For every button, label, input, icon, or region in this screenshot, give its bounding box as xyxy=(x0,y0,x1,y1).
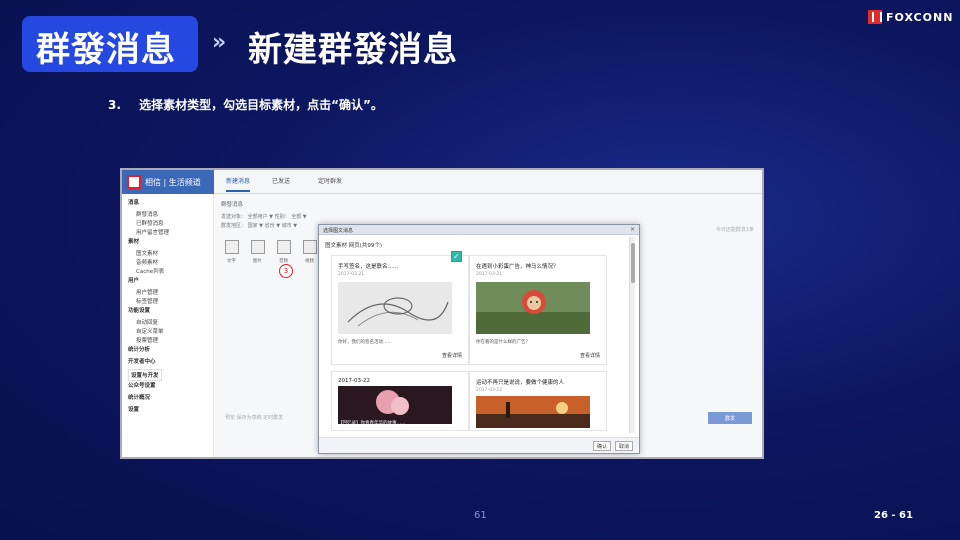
selected-check-icon[interactable]: ✓ xyxy=(451,251,462,262)
dialog-tabs[interactable]: 图文素材 网页(共99个) xyxy=(325,241,382,249)
cancel-button[interactable]: 取消 xyxy=(615,441,633,451)
view-details-link[interactable]: 查看详情 xyxy=(442,352,462,359)
sidebar-item[interactable]: 消息 xyxy=(128,198,139,206)
sidebar-item[interactable]: 群發消息 xyxy=(136,210,158,218)
select-material-dialog: 选择图文消息 × 图文素材 网页(共99个) 手写签名，这是联名…… 2017-… xyxy=(318,224,640,454)
action-row[interactable]: 预览 保存为草稿 定时群发 xyxy=(225,414,283,421)
tab-new-message[interactable]: 新建消息 xyxy=(226,176,251,192)
close-icon[interactable]: × xyxy=(630,226,635,233)
sidebar: 消息群發消息 已群發消息 用户留言管理 素材图文素材 音频素材 Cache列表 用户用户管理… xyxy=(122,194,214,457)
audio-type-icon[interactable] xyxy=(277,240,291,254)
slide-title: 群發消息 xyxy=(36,30,176,70)
filter-row-2[interactable]: 群发地区： 国家 ▼ 省份 ▼ 城市 ▼ xyxy=(221,222,297,229)
sidebar-item[interactable]: 用户 xyxy=(128,276,139,284)
tool-label: 视频 xyxy=(305,259,314,264)
confirm-button[interactable]: 确认 xyxy=(593,441,611,451)
dialog-scrollbar[interactable] xyxy=(629,237,635,433)
sidebar-item[interactable]: 统计分析 xyxy=(128,345,150,353)
card-image xyxy=(476,282,590,334)
double-chevron-icon: » xyxy=(212,30,226,55)
step-instruction: 3. 选择素材类型，勾选目标素材，点击“确认”。 xyxy=(108,98,383,112)
tab-scheduled[interactable]: 定时群发 xyxy=(318,176,342,185)
sidebar-item[interactable]: 自动回复 xyxy=(136,318,158,326)
sidebar-item[interactable]: 已群發消息 xyxy=(136,219,164,227)
filter-row[interactable]: 发送对象： 全部用户 ▼ 性别： 全部 ▼ xyxy=(221,213,307,220)
app-brand: 相信 | 生活频道 xyxy=(122,170,214,194)
card-image xyxy=(476,396,590,428)
sidebar-item[interactable]: 标签管理 xyxy=(136,297,158,305)
news-type-icon[interactable] xyxy=(303,240,317,254)
sidebar-item[interactable]: 统计概况 xyxy=(128,393,150,401)
material-card[interactable]: 在遇到小彩蛋广告，神马么情况？ 2017-03-21 你在看的是什么样的广告？ … xyxy=(469,255,607,365)
quota-hint: 今日还能群发1条 xyxy=(715,227,754,233)
foxconn-logo: FOXCONN xyxy=(868,10,953,24)
material-card[interactable]: 运动不再只是说说，要做个健康的人 2017-03-22 xyxy=(469,371,607,431)
sidebar-item[interactable]: 音频素材 xyxy=(136,258,158,266)
image-type-icon[interactable] xyxy=(251,240,265,254)
sidebar-item[interactable]: 素材 xyxy=(128,237,139,245)
sidebar-item[interactable]: 自定义菜单 xyxy=(136,327,164,335)
dialog-header: 选择图文消息 × xyxy=(319,225,639,235)
material-card[interactable]: 手写签名，这是联名…… 2017-03-21 你好，我们的签名活动…… 查看详情 xyxy=(331,255,469,365)
tool-label: 图片 xyxy=(253,259,262,264)
card-image xyxy=(338,282,452,334)
sidebar-item[interactable]: 图文素材 xyxy=(136,249,158,257)
card-image xyxy=(338,386,452,424)
sidebar-item[interactable]: 开发者中心 xyxy=(128,357,156,365)
material-card[interactable]: 2017-03-22 【回忆录】你青春年华的故事…… xyxy=(331,371,469,431)
sidebar-item[interactable]: Cache列表 xyxy=(136,267,164,275)
breadcrumb: 群發消息 xyxy=(221,202,244,208)
foxconn-mark-icon xyxy=(868,10,882,24)
sidebar-item[interactable]: 设置 xyxy=(128,405,139,413)
text-type-icon[interactable] xyxy=(225,240,239,254)
slide-subtitle: 新建群發消息 xyxy=(248,30,458,70)
sidebar-item[interactable]: 投票管理 xyxy=(136,336,158,344)
step-3-marker: 3 xyxy=(279,264,293,278)
tool-label: 文字 xyxy=(227,259,236,264)
page-number: 61 xyxy=(474,510,487,521)
send-button[interactable]: 群发 xyxy=(708,412,752,424)
tab-sent[interactable]: 已发送 xyxy=(272,176,290,185)
sidebar-item[interactable]: 用户管理 xyxy=(136,288,158,296)
brand-icon xyxy=(127,175,141,189)
page-reference: 26 - 61 xyxy=(874,510,913,521)
dialog-footer: 确认 取消 xyxy=(319,437,639,453)
app-screenshot: 相信 | 生活频道 新建消息 已发送 定时群发 消息 群發消息 已群發消息 用户留言管… xyxy=(120,168,764,459)
view-details-link[interactable]: 查看详情 xyxy=(580,352,600,359)
sidebar-item[interactable]: 设置与开发 xyxy=(128,369,162,381)
app-topbar: 相信 | 生活频道 新建消息 已发送 定时群发 xyxy=(122,170,762,194)
sidebar-item[interactable]: 用户留言管理 xyxy=(136,228,169,236)
sidebar-item[interactable]: 公众号设置 xyxy=(128,381,156,389)
sidebar-item[interactable]: 功能设置 xyxy=(128,306,150,314)
scroll-thumb[interactable] xyxy=(631,243,635,283)
